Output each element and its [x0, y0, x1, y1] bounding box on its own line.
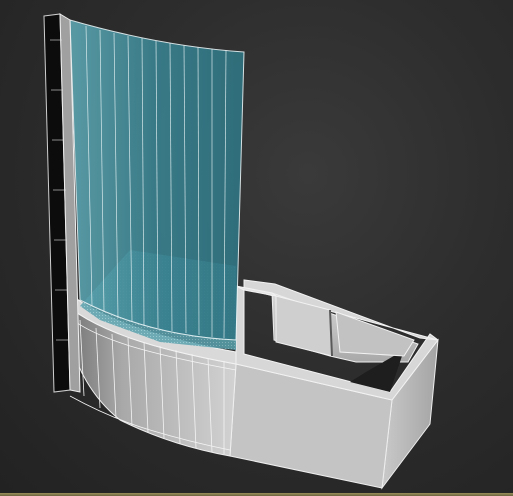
shower-screen: [43, 13, 245, 393]
bathtub-body: [229, 279, 439, 490]
3d-viewport[interactable]: [0, 0, 513, 496]
bathtub-scene: [43, 13, 439, 490]
tub-inner-panel-2: [335, 311, 415, 357]
